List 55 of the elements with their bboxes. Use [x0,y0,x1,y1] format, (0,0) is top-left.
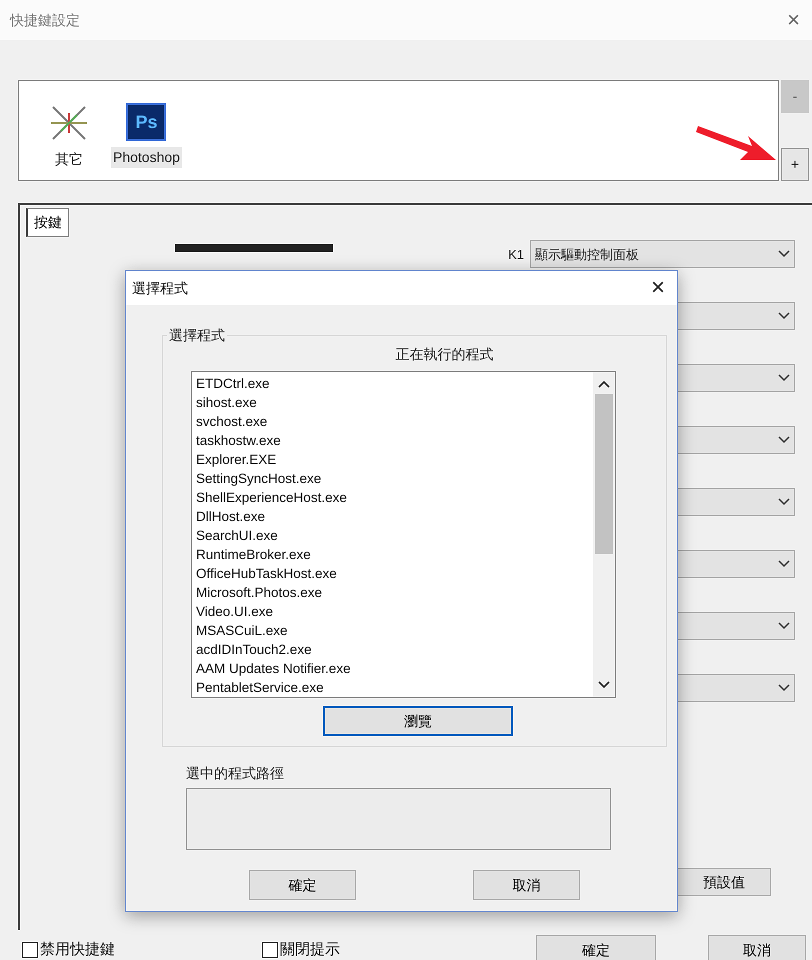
program-item[interactable]: DllHost.exe [196,507,266,526]
checkbox[interactable] [22,942,38,958]
path-field[interactable] [186,788,611,850]
program-item[interactable]: sihost.exe [196,393,257,412]
group-title: 選擇程式 [168,326,226,345]
tab[interactable]: 按鍵 [26,208,69,237]
program-item[interactable]: MSASCuiL.exe [196,621,288,640]
scrollbar-thumb[interactable] [595,394,613,554]
program-item[interactable]: svchost.exe [196,412,268,431]
program-item[interactable]: taskhostw.exe [196,431,281,450]
checkbox-option[interactable]: 關閉提示 [262,938,340,960]
cancel-button[interactable]: 取消 [708,935,806,960]
program-item[interactable]: PentabletService.exe [196,678,324,697]
program-item[interactable]: RuntimeBroker.exe [196,545,311,564]
checkbox[interactable] [262,942,278,958]
program-item[interactable]: OfficeHubTaskHost.exe [196,564,337,583]
list-heading: 正在執行的程式 [394,345,494,364]
application-item[interactable]: Ps Photoshop [111,85,182,168]
dialog-title: 選擇程式 [132,278,188,298]
default-button[interactable]: 預設值 [677,868,771,896]
path-label: 選中的程式路徑 [186,764,285,783]
action-dropdown[interactable]: 顯示驅動控制面板 [530,240,795,268]
application-item[interactable]: 其它 [49,85,89,170]
ok-button[interactable]: 確定 [536,935,656,960]
scroll-down-icon[interactable] [598,681,610,689]
add-button[interactable]: + [781,148,809,181]
photoshop-icon: Ps [126,103,166,141]
program-item[interactable]: acdIDInTouch2.exe [196,640,312,659]
program-item[interactable]: Microsoft.Photos.exe [196,583,322,602]
chevron-down-icon [778,250,790,258]
chevron-down-icon [778,374,790,382]
chevron-down-icon [778,560,790,568]
chevron-down-icon [778,684,790,692]
cancel-button[interactable]: 取消 [473,870,580,900]
chevron-down-icon [778,436,790,444]
program-item[interactable]: ShellExperienceHost.exe [196,488,347,507]
program-item[interactable]: SearchUI.exe [196,526,278,545]
program-item[interactable]: SettingSyncHost.exe [196,469,322,488]
browse-button[interactable]: 瀏覽 [323,706,513,736]
dropdown-value: 顯示驅動控制面板 [535,246,639,262]
scrollbar[interactable] [593,372,615,697]
chevron-down-icon [778,498,790,506]
scroll-up-icon[interactable] [598,380,610,388]
close-button[interactable]: × [787,9,802,31]
ok-button[interactable]: 確定 [249,870,356,900]
chevron-down-icon [778,622,790,630]
program-item[interactable]: ETDCtrl.exe [196,374,270,393]
chevron-down-icon [778,312,790,320]
key-label: K1 [508,246,524,262]
window-title: 快捷鍵設定 [10,10,80,30]
close-button[interactable]: × [650,276,665,300]
checkbox-option[interactable]: 禁用快捷鍵 [22,938,262,960]
program-item[interactable]: AAM Updates Notifier.exe [196,659,351,678]
program-item[interactable]: Video.UI.exe [196,602,274,621]
program-item[interactable]: Explorer.EXE [196,450,276,469]
